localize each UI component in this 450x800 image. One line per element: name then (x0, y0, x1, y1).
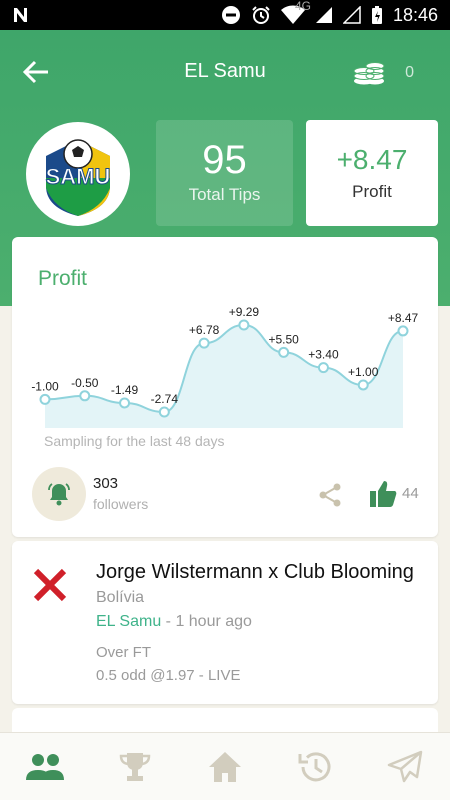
avatar-text: SAMU (46, 164, 111, 189)
tip-time-ago: - 1 hour ago (161, 613, 252, 630)
profit-point (278, 346, 290, 358)
follow-button[interactable] (32, 467, 86, 521)
match-country: Bolívia (96, 589, 145, 606)
profit-point-label: +8.47 (388, 311, 419, 325)
alarm-icon (252, 6, 270, 24)
home-icon (209, 751, 241, 782)
tipster-line: EL Samu - 1 hour ago (96, 613, 252, 631)
profit-point (198, 337, 210, 349)
follow-row: 303 followers 44 (32, 467, 422, 523)
avatar: SAMU (26, 122, 130, 226)
profit-stat: +8.47 Profit (306, 120, 438, 226)
signal-icon (315, 7, 332, 23)
coins-balance[interactable]: 0 (353, 60, 414, 86)
status-bar: 4G 18:46 (0, 0, 450, 30)
n-logo-icon (14, 8, 27, 22)
battery-icon (371, 6, 382, 24)
followers-count: 303 (93, 475, 119, 492)
profit-point-label: +3.40 (308, 348, 339, 362)
profit-card: Profit -1.00 -0.50 -1.49 -2.74 +6.78 +9.29 +5.… (12, 237, 438, 537)
bell-icon (48, 483, 70, 506)
profit-point (357, 379, 369, 391)
nav-home[interactable] (203, 745, 247, 789)
total-tips-label: Total Tips (188, 185, 261, 204)
profit-point (238, 319, 250, 331)
status-time: 18:46 (392, 4, 438, 25)
lost-x-icon (33, 568, 67, 602)
followers-label: followers (93, 496, 149, 512)
signal-empty-icon (342, 6, 361, 24)
people-icon (26, 753, 64, 780)
profit-point (39, 393, 51, 405)
profit-point (119, 397, 131, 409)
thumbs-up-icon[interactable] (368, 479, 398, 509)
profit-value: +8.47 (336, 144, 408, 175)
profit-point-label: +6.78 (189, 323, 220, 337)
profit-point (397, 325, 409, 337)
profit-point-label: -0.50 (71, 376, 99, 390)
chart-sampling-note: Sampling for the last 48 days (44, 433, 225, 449)
nav-trophy[interactable] (113, 745, 157, 789)
total-tips-value: 95 (202, 138, 247, 182)
tip-odd: 0.5 odd @1.97 - LIVE (96, 667, 241, 684)
trophy-icon (119, 752, 151, 781)
profit-point (317, 362, 329, 374)
share-icon[interactable] (316, 481, 344, 509)
history-icon (298, 751, 331, 781)
profit-point-label: +1.00 (348, 365, 379, 379)
profit-point-label: -2.74 (151, 392, 179, 406)
match-title: Jorge Wilstermann x Club Blooming (96, 561, 414, 583)
network-type: 4G (294, 0, 311, 13)
profit-label: Profit (352, 182, 392, 201)
bottom-nav (0, 732, 450, 800)
coins-icon (353, 62, 385, 85)
profit-point-label: -1.49 (111, 383, 139, 397)
total-tips-stat: 95 Total Tips (156, 120, 293, 226)
tipster-link[interactable]: EL Samu (96, 613, 161, 630)
tip-card[interactable]: Jorge Wilstermann x Club Blooming Bolívi… (12, 541, 438, 704)
nav-history[interactable] (293, 745, 337, 789)
coins-count: 0 (405, 64, 414, 81)
nav-send[interactable] (383, 745, 427, 789)
profit-point (79, 390, 91, 402)
likes-count: 44 (402, 485, 419, 502)
tip-market: Over FT (96, 644, 151, 661)
profit-point (158, 406, 170, 418)
profit-point-label: +9.29 (229, 305, 260, 319)
team-logo-icon: SAMU (45, 139, 111, 216)
nav-people[interactable] (23, 745, 67, 789)
profit-point-label: -1.00 (31, 379, 59, 393)
profit-point-label: +5.50 (268, 332, 299, 346)
dnd-icon (221, 6, 240, 24)
send-icon (387, 750, 423, 782)
